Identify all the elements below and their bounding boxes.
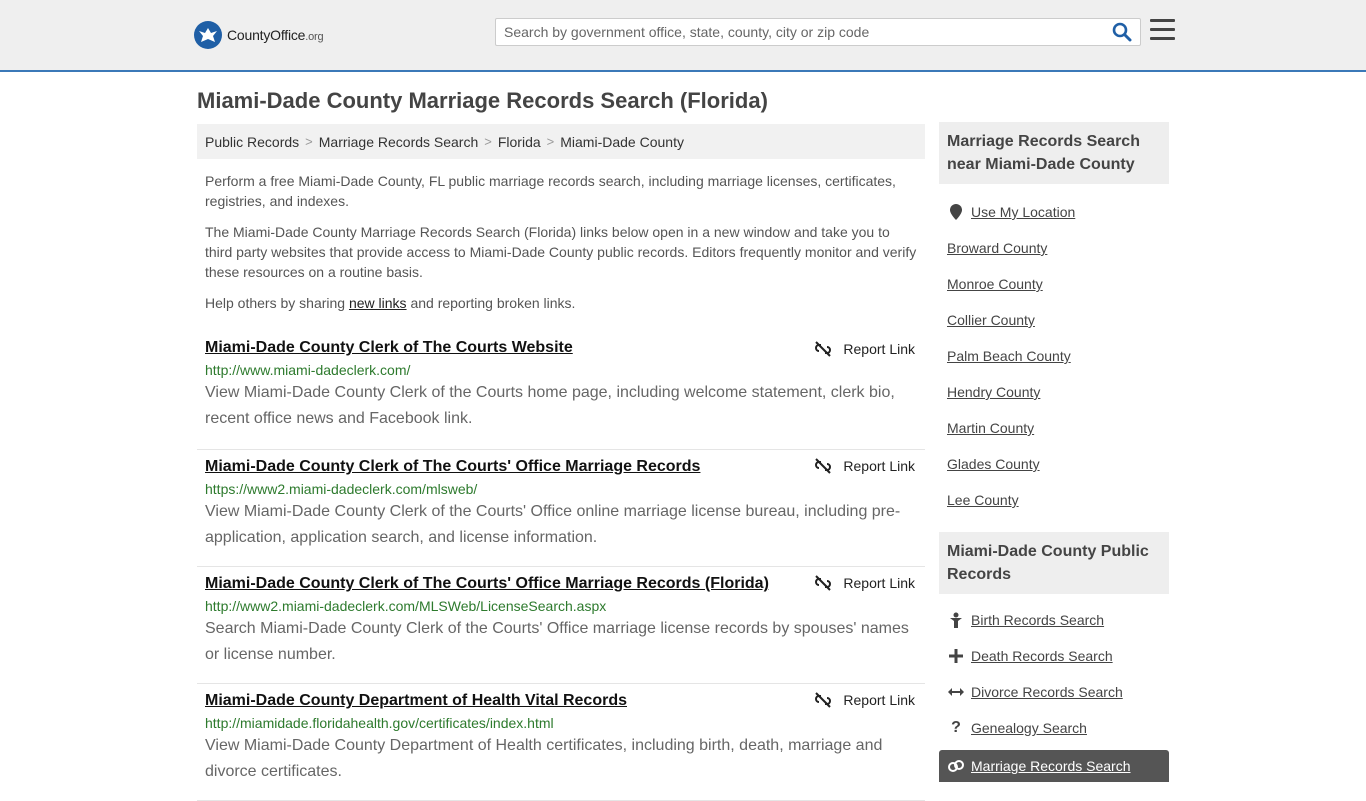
- use-location-link[interactable]: Use My Location: [971, 204, 1075, 220]
- breadcrumb-separator: >: [305, 134, 313, 149]
- nearby-county-link[interactable]: Broward County: [947, 240, 1047, 256]
- public-record-item-active[interactable]: Marriage Records Search: [939, 750, 1169, 782]
- broken-link-icon: [815, 575, 832, 591]
- broken-link-icon: [815, 458, 832, 474]
- result-item: Miami-Dade County Clerk of The Courts' O…: [197, 567, 925, 684]
- search-bar: [495, 18, 1141, 46]
- hamburger-menu-icon[interactable]: [1150, 19, 1175, 43]
- public-record-item[interactable]: ? Genealogy Search: [939, 710, 1169, 746]
- report-link-label: Report Link: [843, 341, 915, 357]
- public-records-section-title: Miami-Dade County Public Records: [939, 532, 1169, 594]
- result-title-link[interactable]: Miami-Dade County Clerk of The Courts' O…: [205, 458, 700, 476]
- eagle-icon: [194, 21, 222, 49]
- broken-link-icon: [815, 692, 832, 708]
- intro-paragraph-2: The Miami-Dade County Marriage Records S…: [205, 224, 917, 280]
- result-url: http://www2.miami-dadeclerk.com/MLSWeb/L…: [205, 598, 607, 614]
- search-icon: [1112, 22, 1132, 42]
- nearby-county-item[interactable]: Martin County: [939, 410, 1169, 446]
- report-link-label: Report Link: [843, 458, 915, 474]
- breadcrumb-florida[interactable]: Florida: [498, 134, 541, 150]
- public-record-link[interactable]: Divorce Records Search: [971, 684, 1123, 700]
- split-arrows-icon: [947, 687, 965, 697]
- public-record-link[interactable]: Genealogy Search: [971, 720, 1087, 736]
- search-button[interactable]: [1112, 22, 1134, 44]
- search-input[interactable]: [496, 19, 1106, 45]
- result-title-link[interactable]: Miami-Dade County Clerk of The Courts' O…: [205, 575, 769, 593]
- logo-brand: CountyOffice: [227, 27, 306, 43]
- sidebar: Marriage Records Search near Miami-Dade …: [939, 122, 1169, 796]
- nearby-county-item[interactable]: Palm Beach County: [939, 338, 1169, 374]
- result-title-link[interactable]: Miami-Dade County Department of Health V…: [205, 692, 627, 710]
- public-record-link[interactable]: Death Records Search: [971, 648, 1113, 664]
- nearby-county-item[interactable]: Hendry County: [939, 374, 1169, 410]
- nearby-county-link[interactable]: Collier County: [947, 312, 1035, 328]
- logo-text: CountyOffice.org: [227, 27, 324, 43]
- public-record-link[interactable]: Birth Records Search: [971, 612, 1104, 628]
- report-link-button[interactable]: Report Link: [815, 692, 915, 708]
- result-url: http://miamidade.floridahealth.gov/certi…: [205, 715, 554, 731]
- result-url: https://www2.miami-dadeclerk.com/mlsweb/: [205, 481, 478, 497]
- site-logo[interactable]: CountyOffice.org: [194, 20, 324, 50]
- report-link-button[interactable]: Report Link: [815, 575, 915, 591]
- baby-icon: [947, 612, 965, 628]
- map-pin-icon: [947, 204, 965, 220]
- nearby-county-link[interactable]: Palm Beach County: [947, 348, 1071, 364]
- nearby-county-link[interactable]: Lee County: [947, 492, 1019, 508]
- site-header: CountyOffice.org: [0, 0, 1366, 72]
- nearby-section-title: Marriage Records Search near Miami-Dade …: [939, 122, 1169, 184]
- broken-link-icon: [815, 341, 832, 357]
- result-description: View Miami-Dade County Clerk of the Cour…: [205, 503, 901, 546]
- nearby-county-link[interactable]: Hendry County: [947, 384, 1040, 400]
- result-item: Miami-Dade County Department of Health V…: [197, 684, 925, 801]
- intro-paragraph-1: Perform a free Miami-Dade County, FL pub…: [205, 173, 896, 209]
- result-item: Miami-Dade County Clerk of The Courts' O…: [197, 450, 925, 567]
- main-content: Public Records > Marriage Records Search…: [197, 124, 925, 801]
- nearby-county-link[interactable]: Martin County: [947, 420, 1034, 436]
- nearby-county-link[interactable]: Monroe County: [947, 276, 1043, 292]
- nearby-list: Use My Location Broward County Monroe Co…: [939, 184, 1169, 532]
- public-record-link[interactable]: Marriage Records Search: [971, 758, 1131, 774]
- breadcrumb-marriage-records[interactable]: Marriage Records Search: [319, 134, 479, 150]
- public-record-item[interactable]: Birth Records Search: [939, 602, 1169, 638]
- breadcrumb-separator: >: [484, 134, 492, 149]
- public-record-item[interactable]: Death Records Search: [939, 638, 1169, 674]
- breadcrumb-public-records[interactable]: Public Records: [205, 134, 299, 150]
- result-description: View Miami-Dade County Department of Hea…: [205, 737, 883, 780]
- nearby-county-link[interactable]: Glades County: [947, 456, 1040, 472]
- result-title-link[interactable]: Miami-Dade County Clerk of The Courts We…: [205, 339, 573, 357]
- intro-text: Perform a free Miami-Dade County, FL pub…: [197, 171, 925, 313]
- nearby-county-item[interactable]: Monroe County: [939, 266, 1169, 302]
- result-url: http://www.miami-dadeclerk.com/: [205, 362, 411, 378]
- cross-icon: [947, 649, 965, 663]
- nearby-county-item[interactable]: Collier County: [939, 302, 1169, 338]
- breadcrumb: Public Records > Marriage Records Search…: [197, 124, 925, 159]
- results-list: Miami-Dade County Clerk of The Courts We…: [197, 333, 925, 801]
- breadcrumb-separator: >: [546, 134, 555, 149]
- nearby-county-item[interactable]: Lee County: [939, 482, 1169, 518]
- report-link-label: Report Link: [843, 575, 915, 591]
- page-title: Miami-Dade County Marriage Records Searc…: [197, 88, 768, 113]
- report-link-button[interactable]: Report Link: [815, 458, 915, 474]
- nearby-county-item[interactable]: Broward County: [939, 230, 1169, 266]
- rings-icon: [947, 760, 965, 772]
- result-item: Miami-Dade County Clerk of The Courts We…: [197, 333, 925, 450]
- result-description: Search Miami-Dade County Clerk of the Co…: [205, 620, 909, 663]
- new-links-link[interactable]: new links: [349, 295, 407, 311]
- public-records-list: Birth Records Search Death Records Searc…: [939, 594, 1169, 796]
- result-description: View Miami-Dade County Clerk of the Cour…: [205, 384, 895, 427]
- logo-tld: .org: [305, 31, 324, 43]
- breadcrumb-county[interactable]: Miami-Dade County: [560, 134, 684, 150]
- use-location-item[interactable]: Use My Location: [939, 194, 1169, 230]
- report-link-label: Report Link: [843, 692, 915, 708]
- nearby-county-item[interactable]: Glades County: [939, 446, 1169, 482]
- public-record-item[interactable]: Divorce Records Search: [939, 674, 1169, 710]
- intro-paragraph-3: Help others by sharing new links and rep…: [205, 295, 576, 311]
- question-icon: ?: [951, 719, 961, 736]
- report-link-button[interactable]: Report Link: [815, 341, 915, 357]
